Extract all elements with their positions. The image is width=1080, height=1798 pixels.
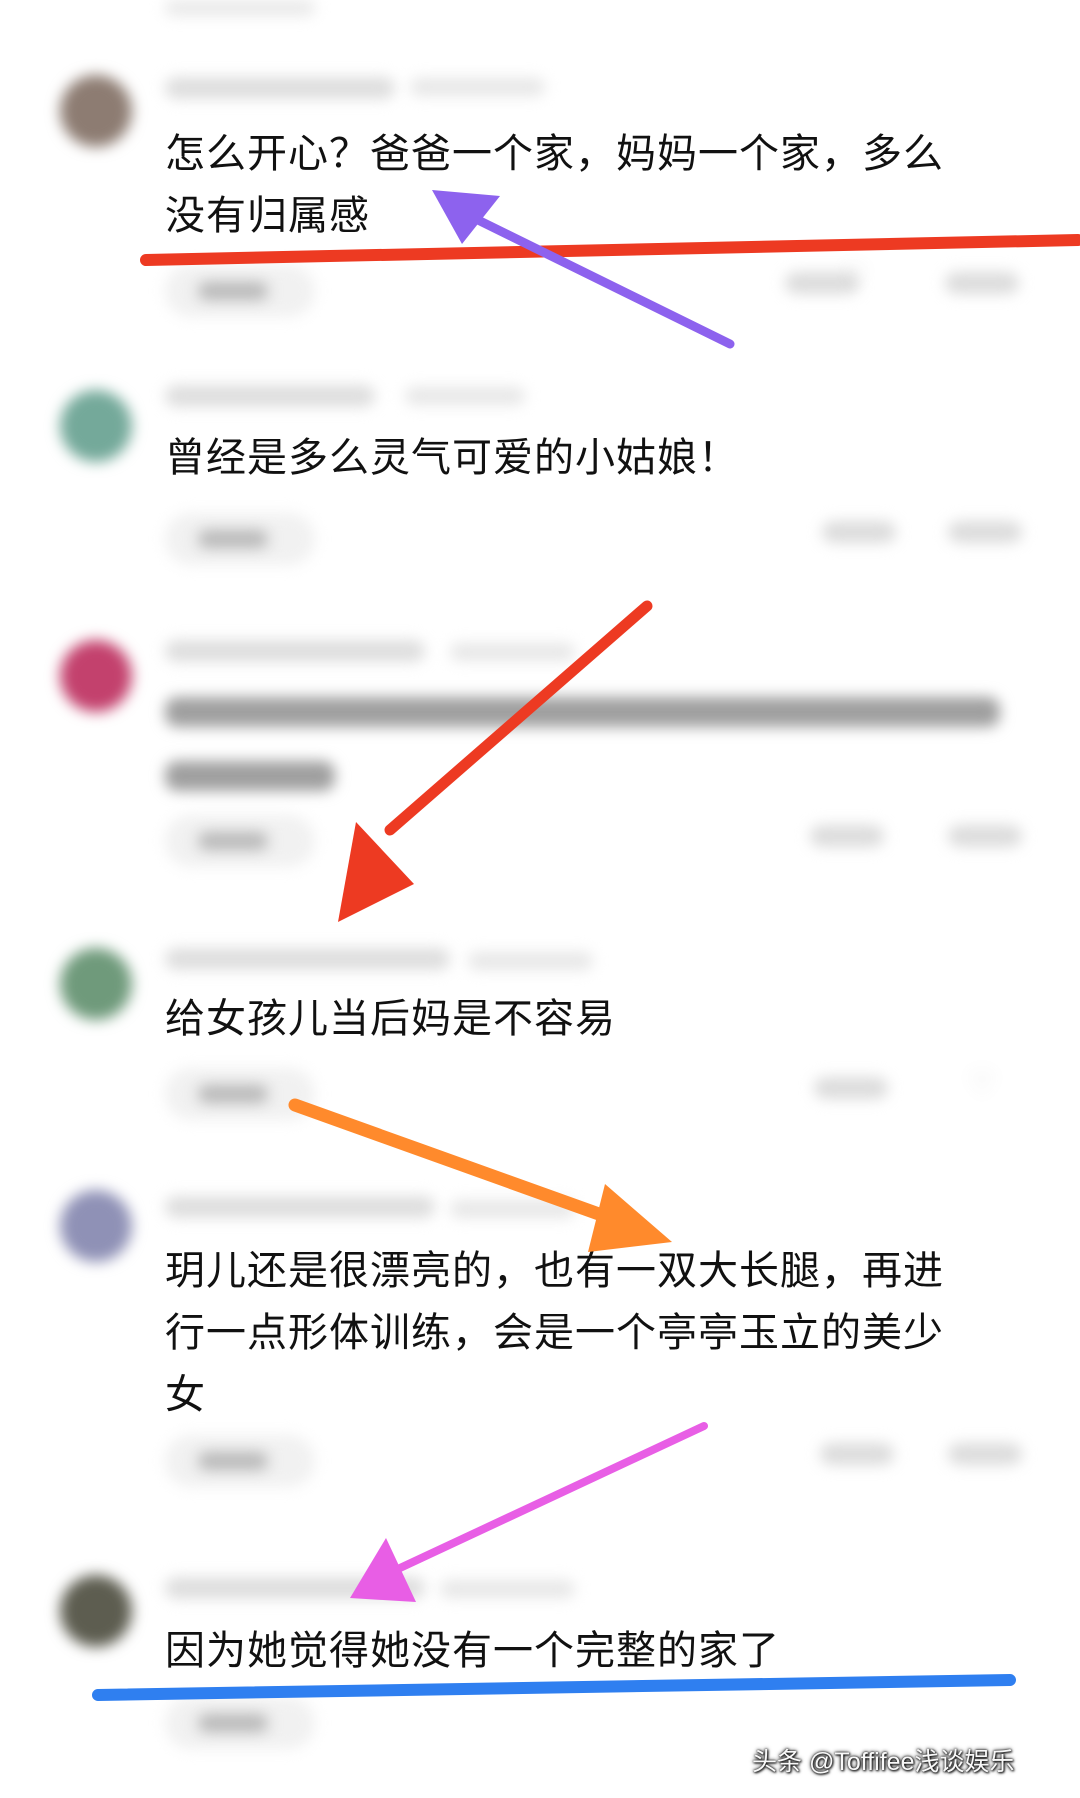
comment-action-chip[interactable]: [810, 825, 884, 847]
heart-icon[interactable]: ♡: [838, 262, 870, 292]
comment-action-chip[interactable]: [948, 521, 1022, 543]
comment-text: 怎么开心？爸爸一个家，妈妈一个家，多么 没有归属感: [165, 131, 944, 239]
comment-meta: [468, 952, 593, 970]
comment-meta: [405, 387, 525, 405]
comment-meta: [450, 1200, 575, 1218]
comment-item: 因为她觉得她没有一个完整的家了: [0, 1565, 1080, 1765]
avatar[interactable]: [60, 640, 132, 712]
blurred-comment-text-line: [165, 697, 1000, 727]
avatar[interactable]: [60, 75, 132, 147]
reply-label: [198, 1085, 268, 1103]
comment-item: 给女孩儿当后妈是不容易 ♡: [0, 930, 1080, 1120]
comment-item: 怎么开心？爸爸一个家，妈妈一个家，多么 没有归属感 ♡: [0, 60, 1080, 320]
reply-label: [198, 530, 268, 548]
blurred-comment-text-line: [165, 761, 335, 791]
comment-meta: [450, 643, 575, 661]
username[interactable]: [165, 1196, 435, 1218]
comment-text: 因为她觉得她没有一个完整的家了: [165, 1628, 780, 1674]
reply-label: [198, 1714, 268, 1732]
avatar[interactable]: [60, 948, 132, 1020]
comment-action-chip[interactable]: [948, 825, 1022, 847]
comment-text: 给女孩儿当后妈是不容易: [165, 996, 616, 1042]
reply-label: [198, 832, 268, 850]
comment-meta: [410, 78, 545, 96]
avatar[interactable]: [60, 390, 132, 462]
reply-label: [198, 1452, 268, 1470]
comment-action-chip[interactable]: [814, 1077, 888, 1099]
comment-action-chip[interactable]: [822, 521, 896, 543]
comment-action-chip[interactable]: [820, 1443, 894, 1465]
username[interactable]: [165, 77, 395, 99]
avatar[interactable]: [60, 1575, 132, 1647]
comment-text: 曾经是多么灵气可爱的小姑娘！: [165, 435, 739, 481]
comment-action-chip[interactable]: [948, 1443, 1022, 1465]
comment-screen: 怎么开心？爸爸一个家，妈妈一个家，多么 没有归属感 ♡ 曾经是多么灵气可爱的小姑…: [0, 0, 1080, 1798]
comment-item: 曾经是多么灵气可爱的小姑娘！: [0, 385, 1080, 565]
username[interactable]: [165, 1577, 425, 1599]
username[interactable]: [165, 640, 425, 662]
heart-icon[interactable]: ♡: [966, 1069, 998, 1099]
username[interactable]: [165, 948, 450, 970]
previous-comment-fragment: [165, 0, 315, 16]
comment-item: [0, 635, 1080, 875]
reply-label: [198, 282, 268, 300]
comment-item: 玥儿还是很漂亮的，也有一双大长腿，再进 行一点形体训练，会是一个亭亭玉立的美少 …: [0, 1180, 1080, 1490]
comment-meta: [440, 1580, 575, 1598]
watermark: 头条 @Toffifee浅谈娱乐: [752, 1748, 1015, 1776]
comment-text: 玥儿还是很漂亮的，也有一双大长腿，再进 行一点形体训练，会是一个亭亭玉立的美少 …: [165, 1248, 944, 1418]
comment-action-chip[interactable]: [945, 272, 1019, 294]
avatar[interactable]: [60, 1190, 132, 1262]
username[interactable]: [165, 385, 375, 407]
